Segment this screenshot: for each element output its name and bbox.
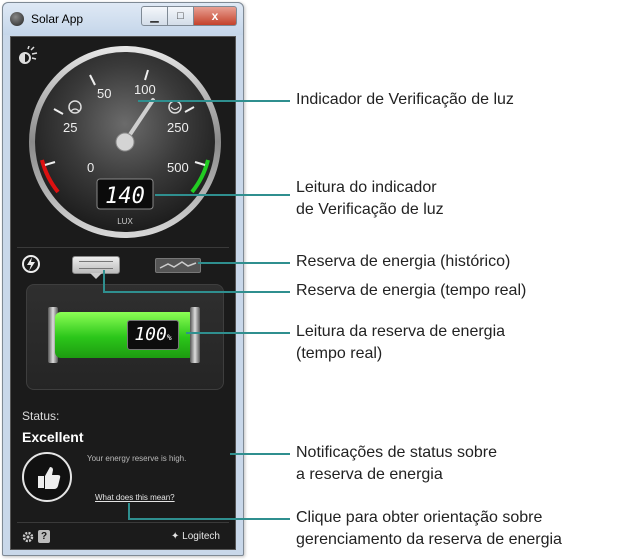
callout-light-reading-1: Leitura do indicador	[296, 179, 437, 196]
close-button[interactable]: x	[194, 6, 237, 26]
callout-line	[103, 270, 105, 292]
energy-display: 100%	[127, 320, 179, 350]
callout-line	[138, 100, 290, 102]
help-button[interactable]: ?	[38, 530, 50, 543]
gauge-label-50: 50	[97, 86, 111, 101]
callout-notifications-2: a reserva de energia	[296, 466, 443, 483]
minimize-button[interactable]: ▁	[141, 6, 168, 26]
energy-unit: %	[166, 333, 172, 342]
callout-reserve-history: Reserva de energia (histórico)	[296, 253, 511, 270]
energy-reserve-icon	[22, 255, 40, 273]
callout-reserve-realtime: Reserva de energia (tempo real)	[296, 282, 527, 299]
minimize-icon: ▁	[150, 10, 159, 23]
what-does-this-mean-link[interactable]: What does this mean?	[95, 493, 175, 502]
logitech-swirl-icon: ✦	[171, 531, 183, 542]
brand-name: Logitech	[182, 531, 220, 542]
callout-light-indicator: Indicador de Verificação de luz	[296, 91, 514, 108]
light-reading: 140	[105, 184, 145, 209]
gauge-label-500: 500	[167, 160, 189, 175]
divider	[17, 522, 229, 523]
callout-line	[128, 503, 130, 519]
callout-guidance-1: Clique para obter orientação sobre	[296, 509, 543, 526]
gauge-label-0: 0	[87, 160, 94, 175]
battery-panel: 100%	[26, 284, 224, 390]
status-notification: Your energy reserve is high.	[87, 454, 187, 463]
gauge-hub	[115, 132, 135, 152]
callout-line	[128, 518, 290, 520]
maximize-button[interactable]: □	[168, 6, 194, 26]
callout-guidance-2: gerenciamento da reserva de energia	[296, 531, 562, 548]
gauge-label-100: 100	[134, 82, 156, 97]
ruler-icon	[79, 261, 113, 269]
battery-level: 100%	[55, 312, 195, 358]
gauge-label-250: 250	[167, 120, 189, 135]
thumbs-up-icon	[22, 452, 72, 502]
lux-unit: LUX	[117, 217, 133, 226]
callout-reserve-reading-2: (tempo real)	[296, 345, 383, 362]
energy-reading: 100	[134, 324, 167, 345]
callout-line	[155, 194, 290, 196]
title-bar[interactable]: Solar App ▁ □ x	[3, 3, 243, 35]
callout-line	[103, 291, 290, 293]
divider	[17, 247, 229, 248]
callout-reserve-reading-1: Leitura da reserva de energia	[296, 323, 506, 340]
window-title: Solar App	[31, 12, 84, 26]
callout-notifications-1: Notificações de status sobre	[296, 444, 497, 461]
callout-line	[198, 262, 290, 264]
callout-light-reading-2: de Verificação de luz	[296, 201, 444, 218]
callout-line	[186, 332, 290, 334]
maximize-icon: □	[177, 10, 184, 22]
app-icon	[10, 12, 24, 26]
light-gauge: 0 25 50 100 250 500 140 LUX	[29, 46, 221, 238]
gear-icon[interactable]	[22, 531, 34, 543]
gauge-label-25: 25	[63, 120, 77, 135]
history-chart-icon	[159, 261, 197, 269]
status-label: Status:	[22, 409, 60, 423]
callout-line	[230, 453, 290, 455]
app-window: Solar App ▁ □ x 0 25 50 100 250 500 140 …	[2, 2, 244, 556]
battery-cap-right	[190, 307, 200, 363]
status-value: Excellent	[22, 429, 84, 445]
app-content: 0 25 50 100 250 500 140 LUX 100% Status:…	[10, 36, 236, 550]
tab-history[interactable]	[155, 258, 201, 273]
tab-realtime[interactable]	[72, 256, 120, 279]
logitech-logo: ✦ Logitech	[171, 531, 220, 542]
